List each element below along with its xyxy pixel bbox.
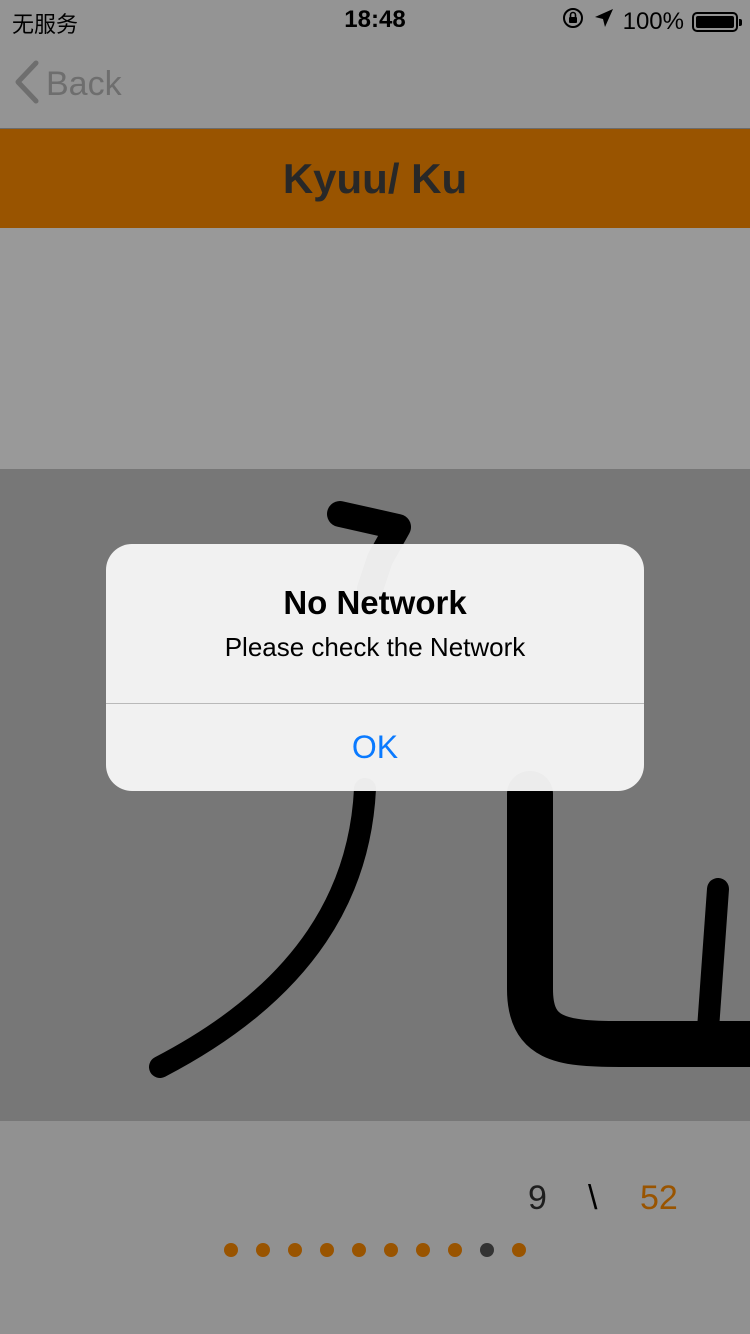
alert-title: No Network [283, 584, 467, 621]
no-network-alert: No Network Please check the Network OK [106, 544, 644, 791]
ok-button[interactable]: OK [106, 704, 644, 791]
alert-message: Please check the Network [224, 632, 526, 662]
